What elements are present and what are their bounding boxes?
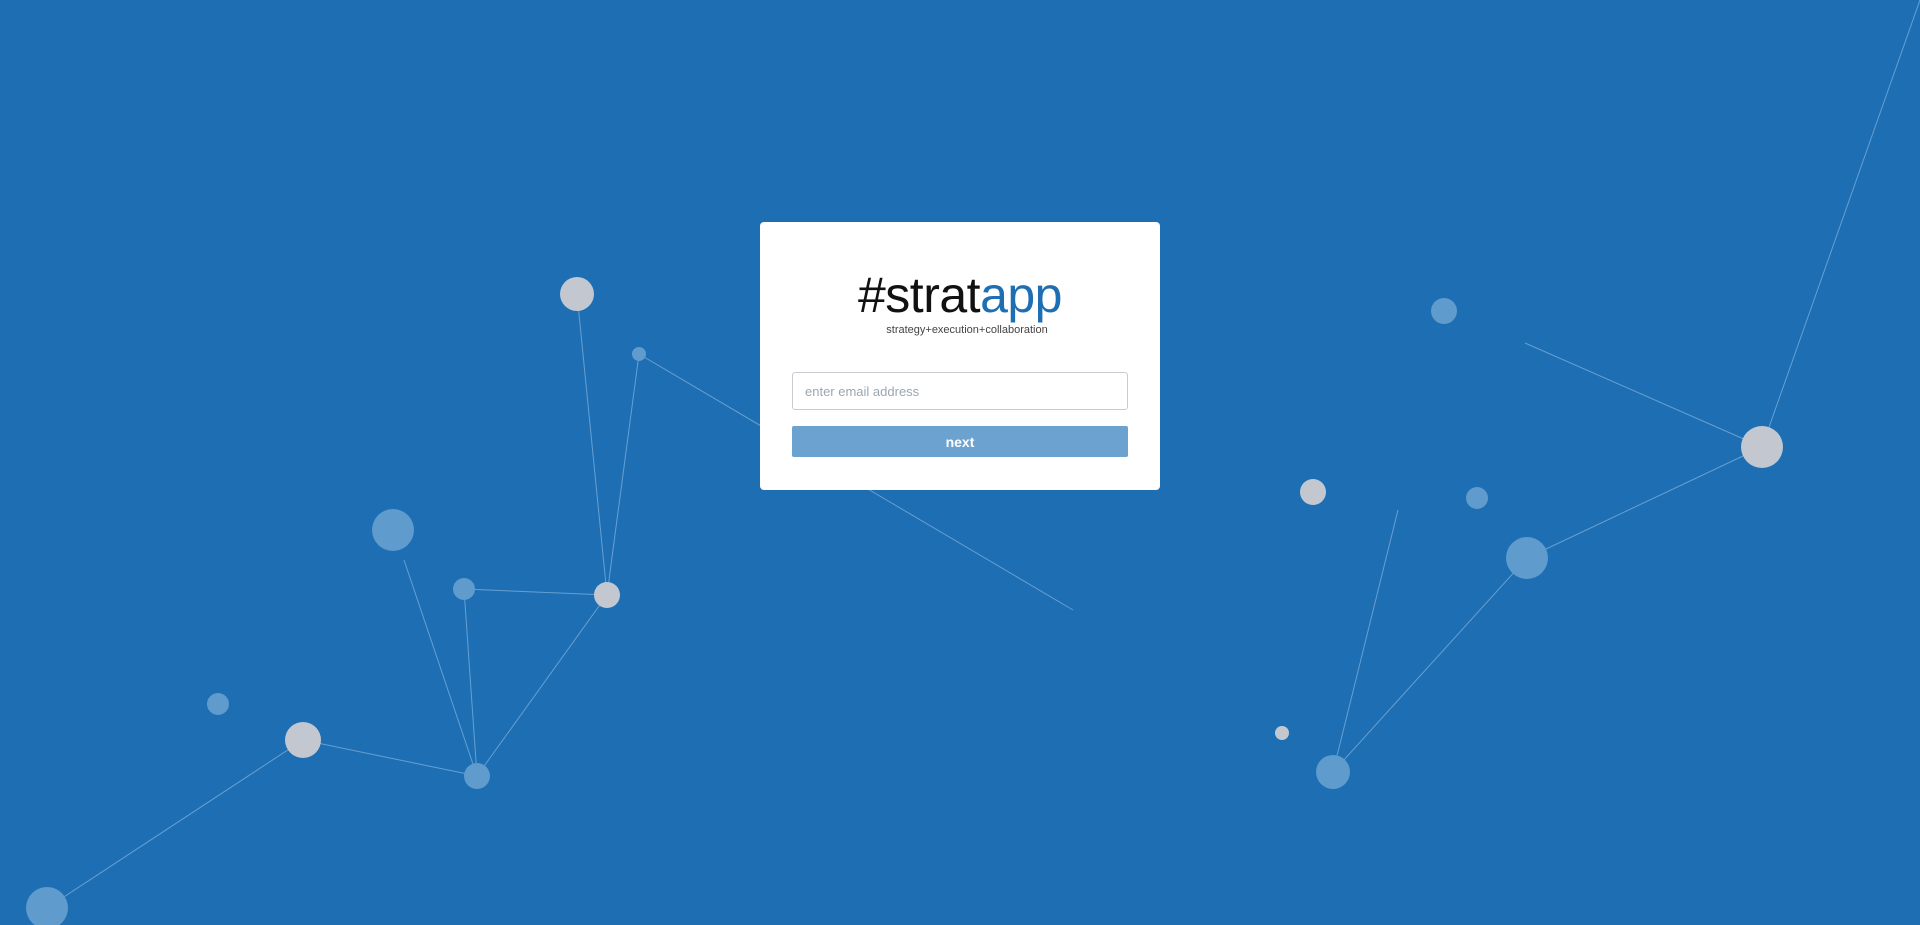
network-node [1466, 487, 1488, 509]
network-line [463, 588, 608, 596]
network-line [302, 739, 478, 777]
network-node [372, 509, 414, 551]
next-button[interactable]: next [792, 426, 1128, 457]
network-line [476, 594, 608, 777]
network-line [1332, 557, 1528, 773]
network-line [1332, 509, 1399, 773]
network-line [1526, 446, 1763, 559]
network-node [1275, 726, 1289, 740]
network-node [453, 578, 475, 600]
network-node [285, 722, 321, 758]
network-node [632, 347, 646, 361]
network-line [606, 353, 640, 596]
network-node [560, 277, 594, 311]
network-node [1316, 755, 1350, 789]
network-node [26, 887, 68, 925]
network-line [1761, 0, 1920, 448]
logo-text-prefix: #strat [858, 267, 981, 323]
network-node [1741, 426, 1783, 468]
network-line [46, 739, 304, 909]
brand-logo: #stratapp [792, 268, 1128, 322]
network-node [207, 693, 229, 715]
network-node [464, 763, 490, 789]
network-line [463, 588, 478, 777]
network-node [1431, 298, 1457, 324]
network-node [1506, 537, 1548, 579]
network-line [1524, 342, 1763, 448]
brand-tagline: strategy+execution+collaboration [886, 324, 1048, 336]
logo-text-suffix: app [980, 267, 1062, 323]
network-node [1300, 479, 1326, 505]
login-card: #stratapp strategy+execution+collaborati… [760, 222, 1160, 490]
network-line [576, 293, 608, 596]
network-node [594, 582, 620, 608]
email-input[interactable] [792, 372, 1128, 410]
